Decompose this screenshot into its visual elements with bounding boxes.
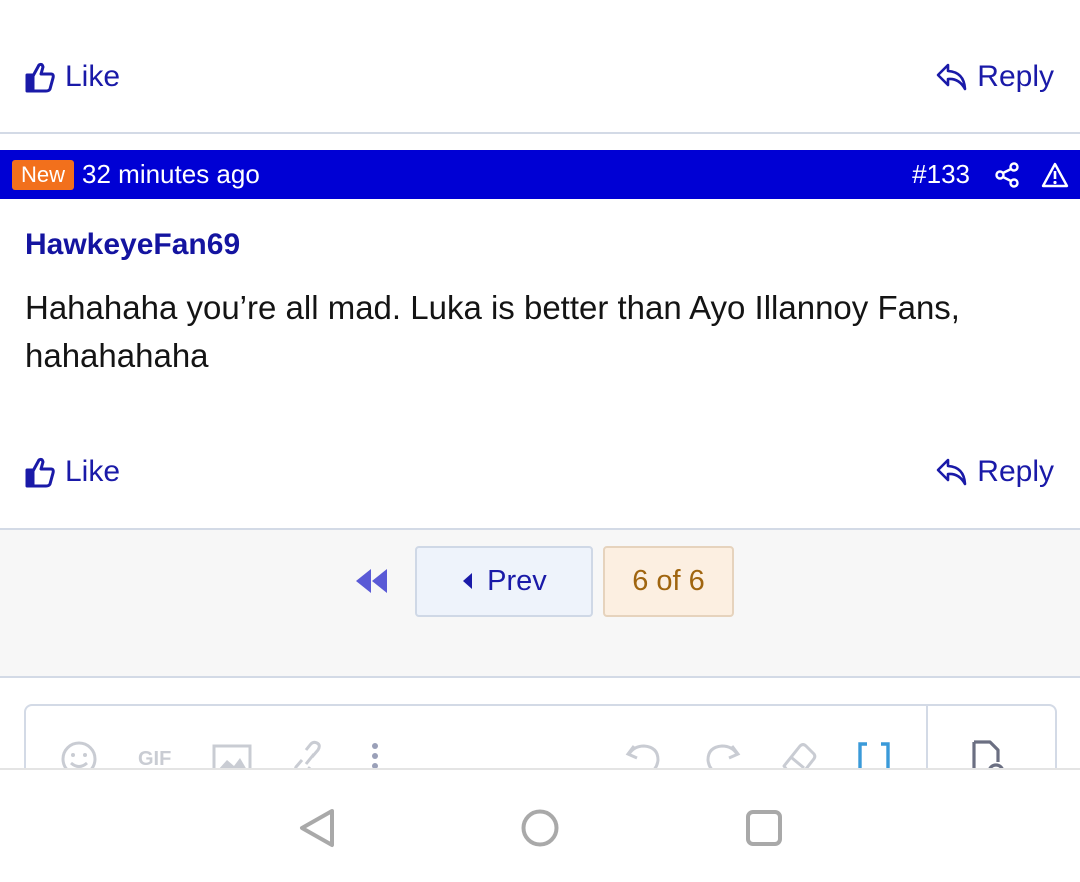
post-number[interactable]: #133 — [912, 150, 970, 199]
reply-label: Reply — [977, 455, 1054, 488]
post-divider — [0, 132, 1080, 134]
post-actions: Like Reply — [0, 442, 1080, 502]
reply-icon — [935, 62, 967, 92]
reply-button[interactable]: Reply — [935, 47, 1054, 107]
thumbs-up-icon — [25, 456, 55, 488]
new-badge: New — [12, 159, 75, 190]
like-label: Like — [65, 455, 121, 488]
pagination: Prev 6 of 6 — [0, 528, 1080, 678]
thumbs-up-icon — [25, 61, 55, 93]
current-page-indicator[interactable]: 6 of 6 — [603, 546, 734, 617]
post-body: Hahahaha you’re all mad. Luka is better … — [25, 289, 960, 374]
like-label: Like — [65, 60, 121, 93]
prev-page-button[interactable]: Prev — [415, 546, 593, 617]
home-nav-icon[interactable] — [520, 808, 560, 853]
prev-label: Prev — [487, 565, 547, 597]
recents-nav-icon[interactable] — [745, 808, 783, 853]
like-button[interactable]: Like — [25, 47, 120, 107]
reply-label: Reply — [977, 60, 1054, 93]
post-username[interactable]: HawkeyeFan69 — [25, 228, 240, 262]
back-nav-icon[interactable] — [298, 808, 336, 853]
like-button[interactable]: Like — [25, 442, 120, 502]
first-page-icon[interactable] — [352, 565, 392, 597]
system-navigation-bar — [0, 768, 1080, 882]
caret-left-icon — [461, 565, 473, 598]
warning-icon[interactable] — [1041, 150, 1069, 199]
previous-post-actions: Like Reply — [0, 47, 1080, 107]
post-timestamp[interactable]: 32 minutes ago — [82, 159, 260, 190]
share-icon[interactable] — [994, 150, 1020, 199]
post-header: New 32 minutes ago #133 — [0, 150, 1080, 199]
reply-button[interactable]: Reply — [935, 442, 1054, 502]
reply-icon — [935, 457, 967, 487]
